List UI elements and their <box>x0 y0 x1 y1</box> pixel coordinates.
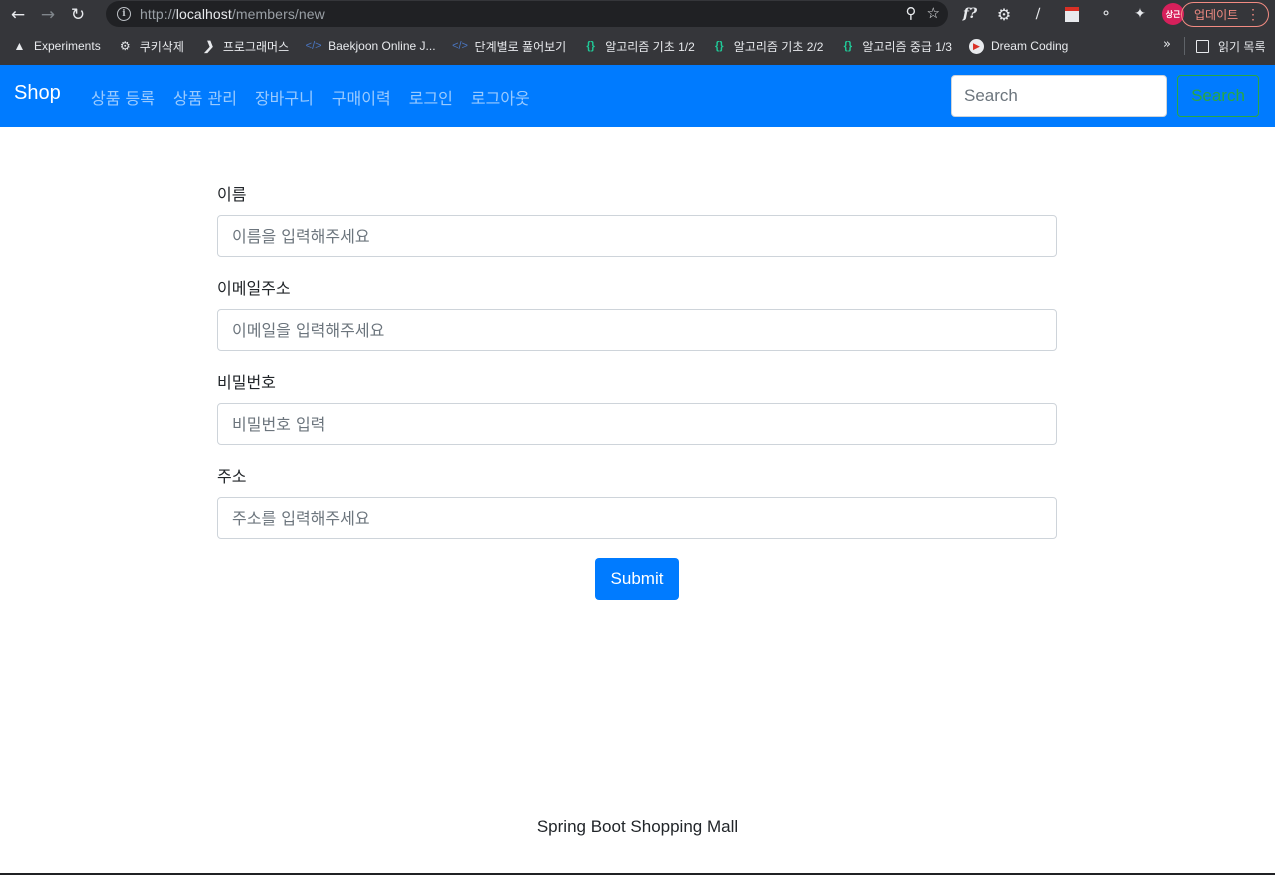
brand-link[interactable]: Shop <box>14 82 61 105</box>
refresh-extension-icon[interactable]: ⚬ <box>1094 2 1118 26</box>
brace-icon: {} <box>843 40 853 52</box>
bookmarks-divider <box>1184 37 1185 55</box>
code-icon: </> <box>452 40 468 52</box>
browser-chrome: ← → ↻ i http://localhost/members/new ⚲ ☆… <box>0 0 1275 65</box>
password-field[interactable] <box>217 403 1057 445</box>
nav-item-item-register[interactable]: 상품 등록 <box>91 85 155 109</box>
browser-toolbar: ← → ↻ i http://localhost/members/new ⚲ ☆… <box>0 0 1275 30</box>
nav-links: 상품 등록 상품 관리 장바구니 구매이력 로그인 로그아웃 <box>91 85 530 109</box>
email-field[interactable] <box>217 309 1057 351</box>
gear-icon: ⚙ <box>119 39 131 53</box>
bookmark-baekjoon[interactable]: </> Baekjoon Online J... <box>305 39 436 54</box>
reading-list[interactable]: 읽기 목록 <box>1196 38 1266 55</box>
bookmark-algo-basic-2[interactable]: {} 알고리즘 기초 2/2 <box>712 38 823 55</box>
bookmark-star-icon[interactable]: ☆ <box>927 4 940 22</box>
email-label: 이메일주소 <box>217 279 291 298</box>
zoom-icon[interactable]: ⚲ <box>906 4 917 22</box>
name-field[interactable] <box>217 215 1057 257</box>
bookmark-algo-mid-1[interactable]: {} 알고리즘 중급 1/3 <box>840 38 952 55</box>
name-label: 이름 <box>217 185 247 204</box>
nav-item-logout[interactable]: 로그아웃 <box>471 85 530 109</box>
document-extension-icon[interactable] <box>1060 2 1084 26</box>
site-info-icon[interactable]: i <box>117 7 131 21</box>
search-input[interactable] <box>951 75 1167 117</box>
address-label: 주소 <box>217 467 247 486</box>
dream-coding-icon: ▶ <box>968 38 984 54</box>
url-text[interactable]: http://localhost/members/new <box>140 6 325 22</box>
bookmark-algo-basic-1[interactable]: {} 알고리즘 기초 1/2 <box>583 38 694 55</box>
bookmark-programmers[interactable]: ❯ 프로그래머스 <box>201 38 289 55</box>
update-button[interactable]: 업데이트 ⋮ <box>1181 2 1269 27</box>
page-content: Shop 상품 등록 상품 관리 장바구니 구매이력 로그인 로그아웃 Sear… <box>0 65 1275 873</box>
brace-icon: {} <box>586 40 595 52</box>
formula-extension-icon[interactable]: f? <box>958 2 982 26</box>
brace-icon: {} <box>715 40 724 52</box>
more-bookmarks-icon[interactable]: » <box>1163 37 1171 52</box>
bookmark-step-by-step[interactable]: </> 단계별로 풀어보기 <box>452 38 566 55</box>
reload-icon[interactable]: ↻ <box>63 1 93 29</box>
nav-item-item-manage[interactable]: 상품 관리 <box>173 85 237 109</box>
reading-list-icon <box>1196 40 1209 53</box>
member-form: 이름 이메일주소 비밀번호 주소 <box>217 183 1057 559</box>
programmers-icon: ❯ <box>203 39 214 53</box>
nav-item-cart[interactable]: 장바구니 <box>255 85 314 109</box>
search-button[interactable]: Search <box>1177 75 1259 117</box>
forward-arrow-icon[interactable]: → <box>33 1 63 29</box>
flask-icon: ▲ <box>13 39 26 53</box>
bookmark-dream-coding[interactable]: ▶ Dream Coding <box>968 38 1068 54</box>
bookmark-experiments[interactable]: ▲ Experiments <box>12 39 101 54</box>
back-arrow-icon[interactable]: ← <box>3 1 33 29</box>
footer-text: Spring Boot Shopping Mall <box>536 817 739 836</box>
settings-extension-icon[interactable]: ⚙ <box>992 2 1016 26</box>
code-icon: </> <box>305 40 322 52</box>
bookmark-cookie-delete[interactable]: ⚙ 쿠키삭제 <box>118 38 184 55</box>
bookmarks-bar: ▲ Experiments ⚙ 쿠키삭제 ❯ 프로그래머스 </> Baekjoon O… <box>0 34 1275 58</box>
password-label: 비밀번호 <box>217 373 276 392</box>
address-bar[interactable]: i http://localhost/members/new ⚲ ☆ <box>106 1 948 27</box>
extensions-bar: f? ⚙ ∕ ⚬ ✦ 상근 <box>958 2 1184 26</box>
navbar: Shop 상품 등록 상품 관리 장바구니 구매이력 로그인 로그아웃 Sear… <box>0 65 1275 127</box>
brush-extension-icon[interactable]: ∕ <box>1026 2 1050 26</box>
more-menu-icon[interactable]: ⋮ <box>1246 6 1260 22</box>
nav-item-login[interactable]: 로그인 <box>409 85 453 109</box>
nav-item-order-history[interactable]: 구매이력 <box>332 85 391 109</box>
update-label: 업데이트 <box>1194 8 1239 22</box>
submit-button[interactable]: Submit <box>595 558 679 600</box>
puzzle-extensions-icon[interactable]: ✦ <box>1128 2 1152 26</box>
address-field[interactable] <box>217 497 1057 539</box>
